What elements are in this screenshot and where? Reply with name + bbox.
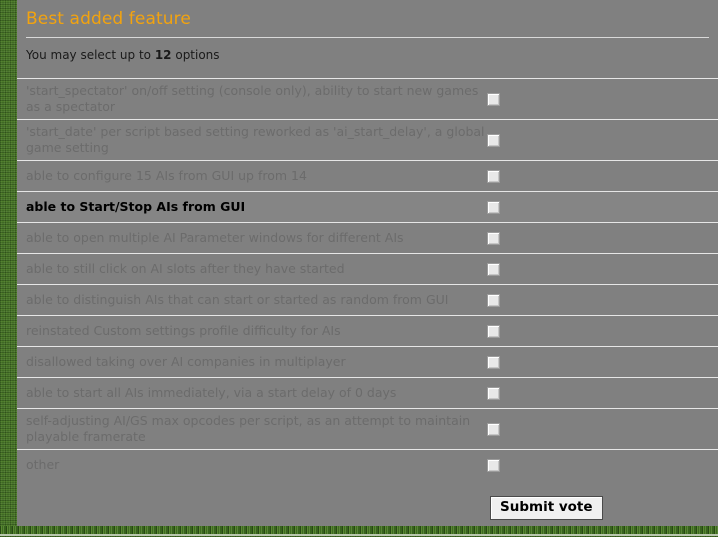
bottom-divider xyxy=(0,534,718,536)
poll-option-label: self-adjusting AI/GS max opcodes per scr… xyxy=(26,413,471,444)
instructions-suffix: options xyxy=(171,48,220,62)
poll-option-label: other xyxy=(26,457,60,472)
poll-option-checkbox-cell xyxy=(487,262,527,276)
max-options-count: 12 xyxy=(154,48,172,62)
poll-option-row[interactable]: able to Start/Stop AIs from GUI xyxy=(17,191,718,222)
poll-option-row[interactable]: 'start_spectator' on/off setting (consol… xyxy=(17,78,718,119)
poll-option-checkbox[interactable] xyxy=(487,386,500,400)
poll-option-checkbox-cell xyxy=(487,293,527,307)
poll-option-checkbox[interactable] xyxy=(487,92,500,106)
submit-vote-button[interactable]: Submit vote xyxy=(490,496,603,520)
poll-option-checkbox-cell xyxy=(487,386,527,400)
poll-option-label: able to still click on AI slots after th… xyxy=(26,261,345,276)
poll-options-list: 'start_spectator' on/off setting (consol… xyxy=(17,78,718,480)
poll-option-checkbox-cell xyxy=(487,133,527,147)
poll-header: Best added feature xyxy=(17,0,718,29)
poll-option-row[interactable]: able to still click on AI slots after th… xyxy=(17,253,718,284)
poll-option-label: reinstated Custom settings profile diffi… xyxy=(26,323,341,338)
poll-option-row[interactable]: able to configure 15 AIs from GUI up fro… xyxy=(17,160,718,191)
poll-option-checkbox-cell xyxy=(487,324,527,338)
poll-option-row[interactable]: able to open multiple AI Parameter windo… xyxy=(17,222,718,253)
poll-option-checkbox[interactable] xyxy=(487,262,500,276)
page-title: Best added feature xyxy=(26,9,191,29)
poll-option-checkbox[interactable] xyxy=(487,355,500,369)
poll-option-checkbox-cell xyxy=(487,231,527,245)
poll-option-checkbox[interactable] xyxy=(487,169,500,183)
poll-instructions: You may select up to 12 options xyxy=(17,38,718,63)
poll-option-checkbox[interactable] xyxy=(487,133,500,147)
poll-option-checkbox-cell xyxy=(487,355,527,369)
poll-option-row[interactable]: other xyxy=(17,449,718,480)
poll-option-label: disallowed taking over AI companies in m… xyxy=(26,354,346,369)
instructions-prefix: You may select up to xyxy=(26,48,155,62)
poll-option-row[interactable]: able to distinguish AIs that can start o… xyxy=(17,284,718,315)
poll-option-checkbox[interactable] xyxy=(487,422,500,436)
poll-option-checkbox-cell xyxy=(487,200,527,214)
poll-option-checkbox[interactable] xyxy=(487,293,500,307)
poll-option-row[interactable]: self-adjusting AI/GS max opcodes per scr… xyxy=(17,408,718,449)
poll-option-checkbox-cell xyxy=(487,458,527,472)
poll-option-label: able to distinguish AIs that can start o… xyxy=(26,292,449,307)
poll-option-row[interactable]: disallowed taking over AI companies in m… xyxy=(17,346,718,377)
poll-option-checkbox[interactable] xyxy=(487,458,500,472)
poll-option-checkbox-cell xyxy=(487,169,527,183)
poll-option-label: able to configure 15 AIs from GUI up fro… xyxy=(26,168,307,183)
poll-option-label: 'start_date' per script based setting re… xyxy=(26,124,485,155)
poll-option-label: able to Start/Stop AIs from GUI xyxy=(26,199,246,214)
poll-option-checkbox[interactable] xyxy=(487,231,500,245)
poll-option-checkbox-cell xyxy=(487,92,527,106)
poll-option-row[interactable]: 'start_date' per script based setting re… xyxy=(17,119,718,160)
poll-panel: Best added feature You may select up to … xyxy=(17,0,718,526)
poll-option-row[interactable]: able to start all AIs immediately, via a… xyxy=(17,377,718,408)
poll-option-row[interactable]: reinstated Custom settings profile diffi… xyxy=(17,315,718,346)
poll-option-checkbox-cell xyxy=(487,422,527,436)
poll-option-label: able to start all AIs immediately, via a… xyxy=(26,385,397,400)
poll-option-label: 'start_spectator' on/off setting (consol… xyxy=(26,83,479,114)
poll-option-checkbox[interactable] xyxy=(487,324,500,338)
poll-option-checkbox[interactable] xyxy=(487,200,500,214)
poll-option-label: able to open multiple AI Parameter windo… xyxy=(26,230,404,245)
poll-footer: Submit vote View results xyxy=(17,480,718,526)
